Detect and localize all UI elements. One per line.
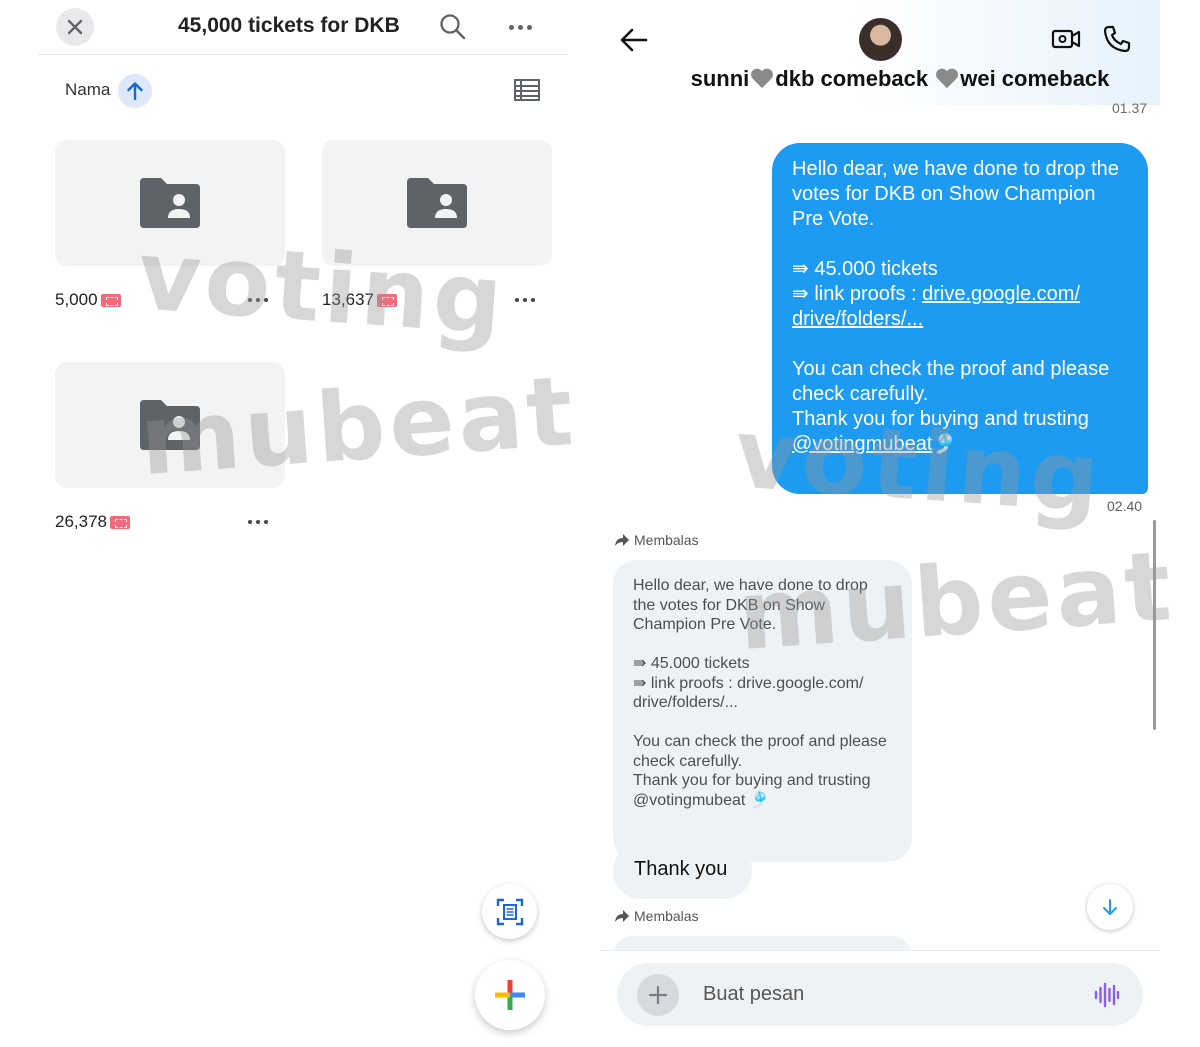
more-horiz-icon	[508, 24, 532, 30]
mention-link[interactable]: @votingmubeat	[792, 433, 932, 455]
message-text: Hello dear, we have done to drop the vot…	[792, 158, 1119, 230]
message-text: ⇛ link proofs : drive.google.com/ drive/…	[633, 674, 864, 712]
ticket-emoji	[100, 293, 121, 307]
message-text: You can check the proof and please check…	[792, 358, 1110, 405]
search-button[interactable]	[438, 12, 468, 42]
attach-button[interactable]	[637, 974, 679, 1016]
scan-button[interactable]	[482, 884, 537, 939]
phone-icon	[1103, 25, 1131, 53]
message-text: @votingmubeat🎐	[792, 432, 1128, 457]
reply-indicator: Membalas	[614, 908, 699, 924]
document-scan-icon	[496, 898, 523, 925]
arrow-up-icon	[127, 82, 143, 101]
ticket-emoji	[110, 515, 130, 529]
more-horiz-icon	[248, 520, 268, 524]
drive-header: 45,000 tickets for DKB	[38, 0, 568, 55]
more-options-button[interactable]	[504, 14, 536, 40]
folder-name: 13,637	[322, 290, 397, 310]
ticket-emoji	[377, 293, 397, 307]
sort-row: Nama	[65, 72, 545, 110]
message-text: Thank you for buying and trusting	[792, 408, 1089, 430]
video-call-button[interactable]	[1051, 24, 1081, 54]
composer-bar: Buat pesan	[600, 950, 1160, 1047]
message-timestamp: 02.40	[1107, 498, 1143, 514]
voice-wave-icon	[1094, 982, 1120, 1008]
message-text: ⇛ 45.000 tickets	[633, 655, 750, 672]
folder-card[interactable]	[322, 140, 552, 266]
folder-more-button[interactable]	[245, 290, 271, 310]
quoted-message[interactable]: Hello dear, we have done to drop the vot…	[613, 560, 912, 862]
list-view-button[interactable]	[514, 79, 540, 101]
grey-heart-emoji	[935, 67, 959, 89]
message-composer: Buat pesan	[617, 963, 1143, 1026]
voice-call-button[interactable]	[1102, 24, 1132, 54]
folder-more-button[interactable]	[245, 512, 271, 532]
conversation-title: sunni dkb comeback wei comeback	[690, 66, 1110, 91]
close-button[interactable]	[56, 8, 94, 46]
message-text: ⇛ 45.000 tickets	[792, 258, 938, 280]
message-text: You can check the proof and please check…	[633, 733, 887, 770]
reply-arrow-icon	[615, 534, 629, 546]
list-view-icon	[514, 79, 540, 101]
chat-panel: sunni dkb comeback wei comeback 01.37 Hel…	[600, 0, 1200, 1047]
plus-icon	[648, 985, 668, 1005]
folder-card[interactable]	[55, 362, 285, 488]
folder-card[interactable]	[55, 140, 285, 266]
folder-name: 5,000	[55, 290, 121, 310]
message-text: ⇛ link proofs : drive.google.com/ drive/…	[792, 283, 1081, 330]
arrow-down-icon	[1103, 899, 1117, 915]
search-icon	[440, 14, 466, 40]
folder-name: 26,378	[55, 512, 130, 532]
reply-label: Membalas	[634, 532, 699, 548]
wind-chime-emoji: 🎐	[932, 433, 958, 455]
message-text: Hello dear, we have done to drop the vot…	[633, 577, 868, 633]
reply-indicator: Membalas	[614, 532, 699, 548]
message-input[interactable]: Buat pesan	[703, 983, 804, 1006]
folder-more-button[interactable]	[512, 290, 538, 310]
reply-label: Membalas	[634, 908, 699, 924]
arrow-left-icon	[620, 28, 648, 52]
voice-message-button[interactable]	[1093, 981, 1121, 1009]
new-button[interactable]	[475, 960, 545, 1030]
grey-heart-emoji	[750, 67, 774, 89]
message-text: Thank you for buying and trusting @votin…	[633, 772, 871, 809]
shared-folder-icon	[140, 400, 200, 450]
more-horiz-icon	[248, 298, 268, 302]
scrollbar[interactable]	[1153, 520, 1156, 730]
avatar[interactable]	[859, 18, 902, 61]
received-message[interactable]: Thank you	[613, 843, 752, 899]
reply-arrow-icon	[615, 910, 629, 922]
folder-title: 45,000 tickets for DKB	[178, 14, 400, 37]
shared-folder-icon	[140, 178, 200, 228]
sort-direction-button[interactable]	[118, 74, 152, 108]
sent-message[interactable]: Hello dear, we have done to drop the vot…	[772, 143, 1148, 494]
more-horiz-icon	[515, 298, 535, 302]
drive-panel: 45,000 tickets for DKB Nama 5,000 13,637…	[0, 0, 600, 1047]
back-button[interactable]	[618, 24, 650, 56]
plus-icon	[495, 980, 525, 1010]
scroll-to-bottom-button[interactable]	[1087, 884, 1133, 930]
video-camera-icon	[1051, 29, 1081, 49]
message-timestamp: 01.37	[1112, 100, 1148, 116]
close-icon	[67, 19, 83, 35]
shared-folder-icon	[407, 178, 467, 228]
sort-label[interactable]: Nama	[65, 80, 110, 100]
